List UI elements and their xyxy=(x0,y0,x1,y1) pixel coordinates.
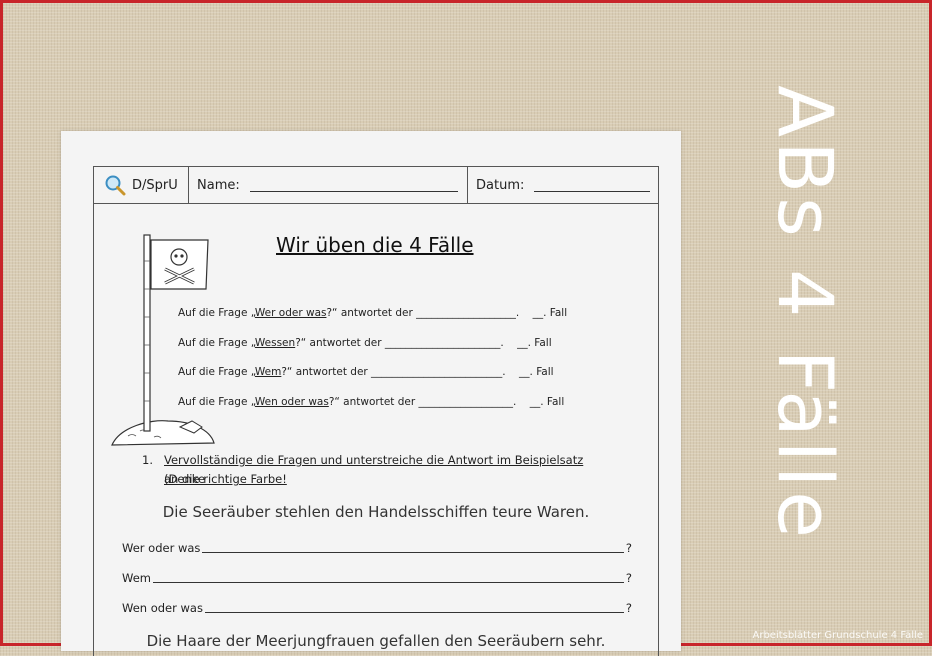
question-word: Wen oder was xyxy=(254,396,329,408)
name-cell: Name: xyxy=(189,167,468,203)
answer-end: ? xyxy=(625,601,632,615)
question-suffix: ?“ antwortet der ______________________. xyxy=(295,337,504,349)
name-blank xyxy=(249,179,458,192)
question-prefix: Auf die Frage „ xyxy=(178,307,255,319)
answer-line: Wem ? xyxy=(122,571,632,585)
case-blank: __. Fall xyxy=(529,396,565,408)
answer-blank xyxy=(202,541,624,553)
task-number: 1. xyxy=(142,453,153,467)
worksheet-title: Wir üben die 4 Fälle xyxy=(276,233,474,257)
question-word: Wessen xyxy=(254,337,296,349)
question-prefix: Auf die Frage „ xyxy=(178,396,255,408)
date-label: Datum: xyxy=(476,177,525,193)
question-line: Auf die Frage „Wer oder was?“ antwortet … xyxy=(178,307,567,319)
answer-label: Wer oder was xyxy=(122,541,201,555)
name-label: Name: xyxy=(197,177,240,193)
question-suffix: ?“ antwortet der ___________________. xyxy=(326,307,520,319)
question-suffix: ?“ antwortet der _______________________… xyxy=(281,366,506,378)
date-cell: Datum: xyxy=(468,167,658,203)
question-word: Wem xyxy=(254,366,282,378)
answer-blank xyxy=(204,601,624,613)
case-blank: __. Fall xyxy=(517,337,552,349)
side-title: ABs 4 Fälle xyxy=(755,83,855,543)
date-blank xyxy=(534,179,651,192)
case-blank: __. Fall xyxy=(519,366,554,378)
watermark: Arbeitsblätter Grundschule 4 Fälle xyxy=(752,630,924,641)
worksheet-frame: D/SprU Name: Datum: Wir üben die 4 Fälle xyxy=(93,166,659,656)
subject-cell: D/SprU xyxy=(94,167,189,203)
question-suffix: ?“ antwortet der __________________. xyxy=(328,396,517,408)
side-title-text: ABs 4 Fälle xyxy=(760,84,850,542)
question-word: Wer oder was xyxy=(254,307,327,319)
answer-blank xyxy=(152,571,624,583)
answer-label: Wem xyxy=(122,571,151,585)
worksheet-page: D/SprU Name: Datum: Wir üben die 4 Fälle xyxy=(61,131,681,656)
question-line: Auf die Frage „Wem?“ antwortet der _____… xyxy=(178,366,554,378)
question-line: Auf die Frage „Wen oder was?“ antwortet … xyxy=(178,396,564,408)
question-prefix: Auf die Frage „ xyxy=(178,366,255,378)
answer-line: Wer oder was ? xyxy=(122,541,632,555)
question-line: Auf die Frage „Wessen?“ antwortet der __… xyxy=(178,337,552,349)
magnifier-icon xyxy=(105,175,126,196)
answer-end: ? xyxy=(625,541,632,555)
subject-label: D/SprU xyxy=(132,177,178,193)
question-prefix: Auf die Frage „ xyxy=(178,337,255,349)
example-sentence-2: Die Haare der Meerjungfrauen gefallen de… xyxy=(146,632,606,650)
worksheet-header: D/SprU Name: Datum: xyxy=(94,167,658,204)
task-text-line-2: an die richtige Farbe! xyxy=(164,472,287,486)
answer-line: Wen oder was ? xyxy=(122,601,632,615)
example-sentence: Die Seeräuber stehlen den Handelsschiffe… xyxy=(162,503,590,521)
answer-label: Wen oder was xyxy=(122,601,203,615)
case-blank: __. Fall xyxy=(532,307,568,319)
answer-end: ? xyxy=(625,571,632,585)
